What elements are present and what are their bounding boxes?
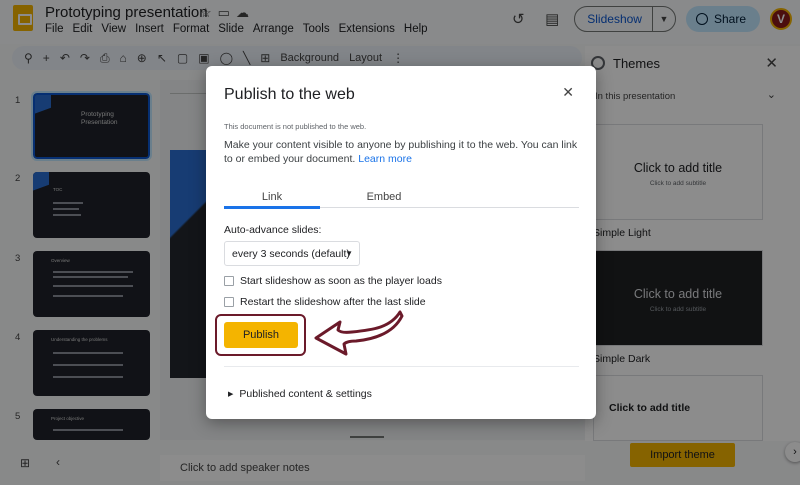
learn-more-link[interactable]: Learn more (358, 153, 412, 165)
caret-down-icon: ▼ (345, 249, 353, 258)
start-slideshow-option[interactable]: Start slideshow as soon as the player lo… (224, 275, 442, 287)
published-settings-label: Published content & settings (239, 388, 372, 400)
close-icon[interactable]: ✕ (562, 84, 574, 101)
annotation-arrow-icon (314, 310, 404, 356)
dialog-title: Publish to the web (224, 86, 355, 103)
publish-button[interactable]: Publish (224, 322, 298, 348)
start-slideshow-checkbox[interactable] (224, 276, 234, 286)
start-slideshow-label: Start slideshow as soon as the player lo… (240, 275, 442, 287)
auto-advance-select[interactable]: every 3 seconds (default) ▼ (224, 241, 360, 266)
auto-advance-value: every 3 seconds (default) (232, 247, 350, 260)
publish-dialog: Publish to the web ✕ This document is no… (206, 66, 596, 419)
published-settings-toggle[interactable]: ▶ Published content & settings (228, 388, 372, 400)
publish-status: This document is not published to the we… (224, 122, 367, 131)
tab-embed[interactable]: Embed (334, 191, 434, 203)
tab-link[interactable]: Link (224, 191, 320, 203)
restart-slideshow-checkbox[interactable] (224, 297, 234, 307)
auto-advance-label: Auto-advance slides: (224, 224, 322, 236)
restart-slideshow-option[interactable]: Restart the slideshow after the last sli… (224, 296, 426, 308)
divider (224, 366, 579, 367)
dialog-description: Make your content visible to anyone by p… (224, 138, 584, 166)
active-tab-indicator (224, 206, 320, 209)
publish-tabs: Link Embed (224, 188, 579, 209)
triangle-right-icon: ▶ (228, 391, 234, 398)
restart-slideshow-label: Restart the slideshow after the last sli… (240, 296, 426, 308)
